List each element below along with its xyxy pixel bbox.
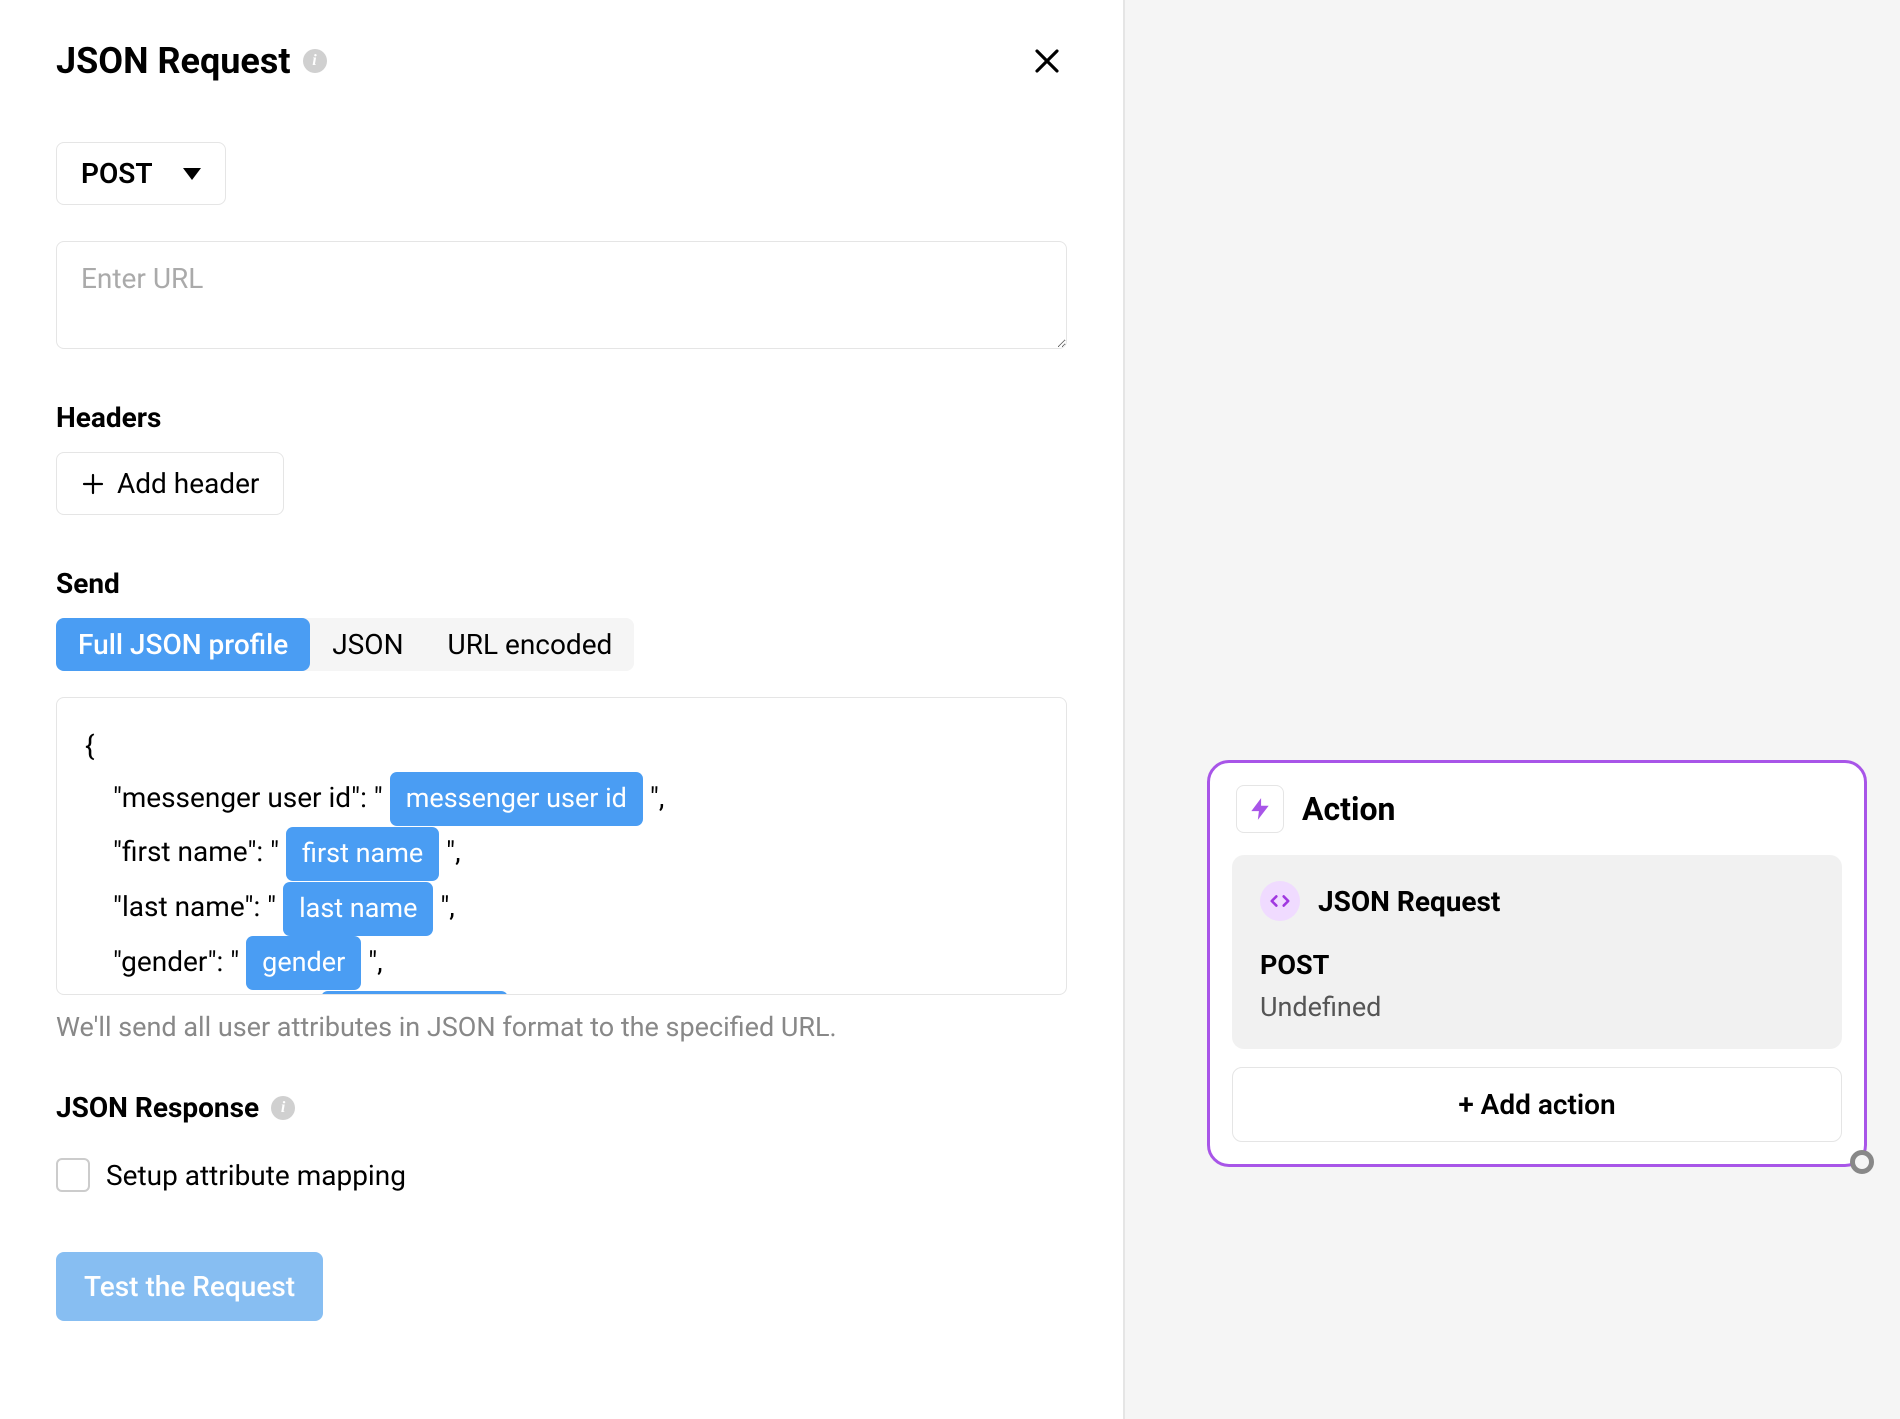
send-tab-json[interactable]: JSON — [310, 618, 425, 671]
add-header-button[interactable]: Add header — [56, 452, 284, 515]
bolt-icon — [1236, 785, 1284, 833]
mapping-checkbox-label: Setup attribute mapping — [106, 1159, 406, 1192]
close-icon — [1032, 46, 1062, 76]
panel-header: JSON Request i — [56, 40, 1067, 82]
variable-token[interactable]: last name — [283, 882, 433, 936]
action-item-method: POST — [1260, 949, 1814, 981]
response-label-group: JSON Response i — [56, 1091, 1067, 1124]
mapping-checkbox[interactable] — [56, 1158, 90, 1192]
variable-token[interactable]: profile pic url — [321, 991, 508, 995]
canvas[interactable]: Action JSON Request POST Undefined + Add… — [1125, 0, 1900, 1419]
send-tab-full-json[interactable]: Full JSON profile — [56, 618, 310, 671]
panel-title-group: JSON Request i — [56, 40, 327, 82]
action-item-title: JSON Request — [1318, 885, 1500, 918]
info-icon[interactable]: i — [271, 1096, 295, 1120]
variable-token[interactable]: first name — [286, 827, 439, 881]
response-label: JSON Response — [56, 1091, 259, 1124]
action-item-url: Undefined — [1260, 991, 1814, 1023]
variable-token[interactable]: gender — [246, 936, 361, 990]
url-input[interactable] — [56, 241, 1067, 349]
headers-label: Headers — [56, 401, 1067, 434]
info-icon[interactable]: i — [303, 49, 327, 73]
panel-title: JSON Request — [56, 40, 291, 82]
variable-token[interactable]: messenger user id — [390, 772, 643, 826]
add-header-label: Add header — [117, 467, 259, 500]
action-item[interactable]: JSON Request POST Undefined — [1232, 855, 1842, 1049]
action-card[interactable]: Action JSON Request POST Undefined + Add… — [1207, 760, 1867, 1167]
action-card-header: Action — [1232, 785, 1842, 833]
json-preview[interactable]: { "messenger user id": " messenger user … — [56, 697, 1067, 995]
method-select[interactable]: POST — [56, 142, 226, 205]
mapping-checkbox-row[interactable]: Setup attribute mapping — [56, 1158, 1067, 1192]
send-label: Send — [56, 567, 1067, 600]
code-icon — [1260, 881, 1300, 921]
add-action-button[interactable]: + Add action — [1232, 1067, 1842, 1142]
method-value: POST — [81, 157, 153, 190]
test-request-button[interactable]: Test the Request — [56, 1252, 323, 1321]
action-item-header: JSON Request — [1260, 881, 1814, 921]
resize-handle[interactable] — [1850, 1150, 1874, 1174]
send-tabs: Full JSON profile JSON URL encoded — [56, 618, 634, 671]
config-panel: JSON Request i POST Headers Add header S… — [0, 0, 1125, 1419]
action-card-title: Action — [1302, 790, 1395, 828]
caret-down-icon — [183, 168, 201, 180]
plus-icon — [81, 472, 105, 496]
send-tab-url-encoded[interactable]: URL encoded — [426, 618, 635, 671]
json-note: We'll send all user attributes in JSON f… — [56, 1011, 1067, 1043]
close-button[interactable] — [1027, 41, 1067, 81]
